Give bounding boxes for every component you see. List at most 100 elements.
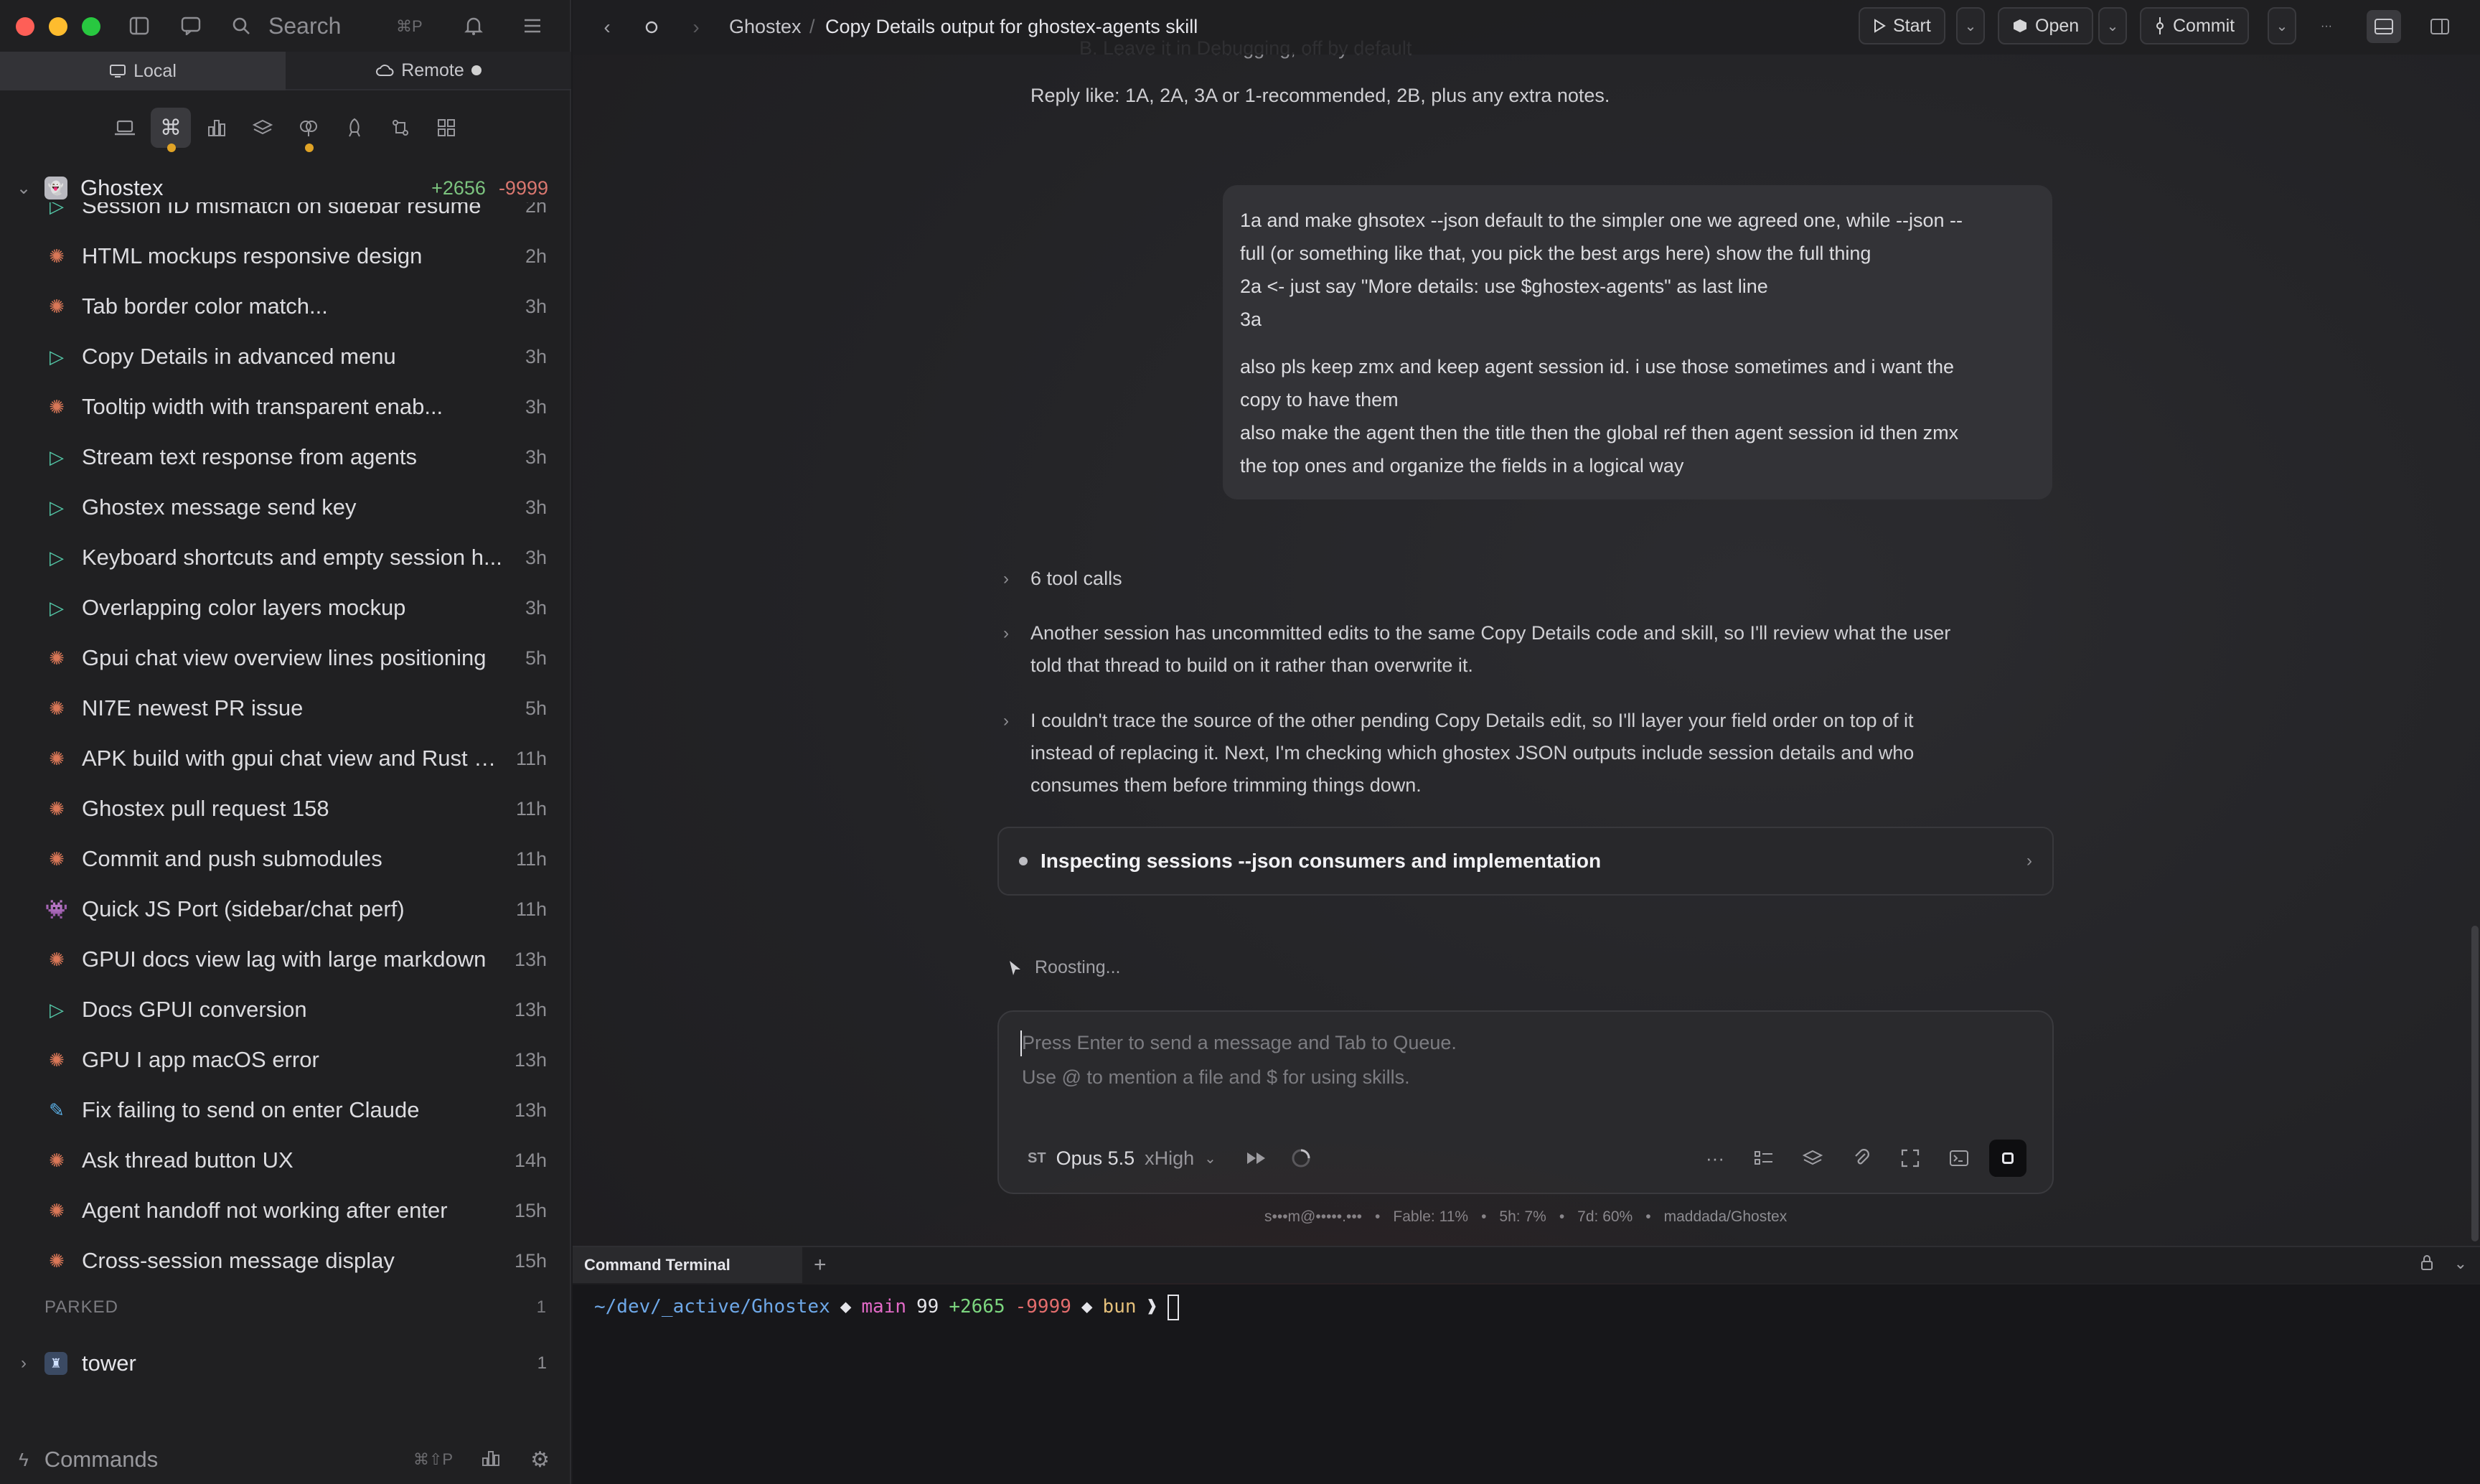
cursor-pointer-icon	[1010, 960, 1020, 975]
more-options-icon[interactable]: ···	[1696, 1140, 1734, 1177]
thought-block[interactable]: › Another session has uncommitted edits …	[1003, 617, 2037, 682]
chat-scrollbar[interactable]	[2471, 926, 2479, 1241]
laptop-icon[interactable]	[105, 108, 145, 148]
sidebar-session-item[interactable]: ✺ Commit and push submodules 11h	[0, 834, 571, 884]
checklist-icon[interactable]	[1745, 1140, 1782, 1177]
session-title: Gpui chat view overview lines positionin…	[82, 645, 487, 670]
sidebar-session-item[interactable]: ✺ Gpui chat view overview lines positioni…	[0, 633, 571, 683]
bell-icon[interactable]	[461, 13, 487, 39]
sidebar-session-item[interactable]: ✺ GPUI docs view lag with large markdown 1…	[0, 934, 571, 985]
grid-icon[interactable]	[426, 108, 466, 148]
zoom-window-button[interactable]	[82, 17, 100, 36]
terminal-icon[interactable]	[1940, 1140, 1978, 1177]
sidebar-session-item[interactable]: ✺ Tooltip width with transparent enab... 3…	[0, 382, 571, 432]
stop-generation-button[interactable]	[1989, 1140, 2026, 1177]
add-terminal-button[interactable]: +	[814, 1253, 827, 1277]
commands-bar[interactable]: ϟ Commands ⌘⇧P ⚙	[0, 1438, 571, 1481]
paperclip-icon[interactable]	[1843, 1140, 1880, 1177]
thought-block[interactable]: › I couldn't trace the source of the oth…	[1003, 705, 2037, 802]
fast-forward-icon[interactable]	[1238, 1140, 1275, 1177]
composer-placeholder[interactable]: Press Enter to send a message and Tab to…	[1022, 1032, 1457, 1054]
bar-chart-icon[interactable]	[197, 108, 237, 148]
model-badge: ST	[1028, 1150, 1046, 1166]
sidebar-session-item[interactable]: ✺ Ghostex pull request 158 11h	[0, 784, 571, 834]
chevron-right-icon[interactable]: ›	[13, 1353, 34, 1373]
sidebar-session-item[interactable]: ✺ GPU I app macOS error 13h	[0, 1035, 571, 1085]
sidebar-session-item[interactable]: ✺ HTML mockups responsive design 2h	[0, 231, 571, 281]
tool-calls-toggle[interactable]: › 6 tool calls	[1003, 563, 2037, 595]
chevron-down-icon[interactable]: ⌄	[13, 178, 34, 199]
more-options-icon[interactable]: ···	[2309, 10, 2344, 43]
layers-icon[interactable]	[243, 108, 283, 148]
message-composer[interactable]: Press Enter to send a message and Tab to…	[997, 1010, 2054, 1194]
commit-dropdown[interactable]: ⌄	[2268, 7, 2296, 44]
sidebar-session-item[interactable]: ▷ Keyboard shortcuts and empty session h.…	[0, 532, 571, 583]
gear-icon[interactable]: ⚙	[530, 1447, 550, 1473]
search-icon[interactable]	[228, 13, 254, 39]
sidebar-session-item[interactable]: 👾 Quick JS Port (sidebar/chat perf) 11h	[0, 884, 571, 934]
activity-status-card[interactable]: Inspecting sessions --json consumers and…	[997, 827, 2054, 896]
model-selector[interactable]: ST Opus 5.5 xHigh ⌄	[1028, 1147, 1216, 1170]
tab-command-terminal[interactable]: Command Terminal	[573, 1247, 802, 1283]
layers-stack-icon[interactable]	[1794, 1140, 1831, 1177]
chat-bubble-icon[interactable]	[178, 13, 204, 39]
terminal-output[interactable]: ~/dev/_active/Ghostex ◆ main 99 +2665 -9…	[573, 1285, 2480, 1484]
tab-remote[interactable]: Remote	[286, 52, 571, 90]
user-message-line: 1a and make ghsotex --json default to th…	[1240, 210, 1963, 231]
command-key-icon[interactable]: ⌘	[151, 108, 191, 152]
session-title: APK build with gpui chat view and Rust e…	[82, 746, 502, 771]
sidebar-session-item[interactable]: ✎ Fix failing to send on enter Claude 13h	[0, 1085, 571, 1135]
expand-icon[interactable]	[1892, 1140, 1929, 1177]
sidebar-session-item[interactable]: ▷ Session ID mismatch on sidebar resume 2h	[0, 202, 571, 231]
search-button[interactable]: Search	[268, 13, 341, 39]
session-time: 13h	[514, 998, 547, 1020]
thought-line: told that thread to build on it rather t…	[1030, 654, 1473, 676]
sidebar-session-item[interactable]: ▷ Docs GPUI conversion 13h	[0, 985, 571, 1035]
commit-button[interactable]: Commit	[2140, 7, 2250, 44]
lock-icon[interactable]	[2420, 1254, 2434, 1276]
sidebar-session-item[interactable]: ✺ NI7E newest PR issue 5h	[0, 683, 571, 733]
open-dropdown[interactable]: ⌄	[2098, 7, 2127, 44]
session-title: Ghostex message send key	[82, 494, 357, 520]
brain-icon[interactable]	[288, 108, 329, 152]
session-time: 11h	[515, 847, 547, 870]
rocket-icon[interactable]	[334, 108, 375, 148]
session-title: Ask thread button UX	[82, 1147, 293, 1173]
sidebar-session-item[interactable]: ✺ Agent handoff not working after enter 15…	[0, 1185, 571, 1236]
start-dropdown[interactable]: ⌄	[1956, 7, 1985, 44]
commands-shortcut: ⌘⇧P	[413, 1450, 454, 1468]
invader-icon: 👾	[44, 898, 69, 920]
chevron-down-icon[interactable]: ⌄	[2454, 1254, 2467, 1276]
sidebar-session-item[interactable]: ✺ Ask thread button UX 14h	[0, 1135, 571, 1185]
session-title: Cross-session message display	[82, 1248, 395, 1273]
session-time: 15h	[514, 1199, 547, 1221]
minimize-window-button[interactable]	[49, 17, 67, 36]
session-time: 13h	[514, 948, 547, 970]
stats-icon[interactable]	[482, 1450, 500, 1470]
sidebar-session-item[interactable]: ✺ Cross-session message display 15h	[0, 1236, 571, 1286]
menu-icon[interactable]	[520, 13, 545, 39]
open-button[interactable]: Open	[1998, 7, 2094, 44]
sidebar-session-item[interactable]: ▷ Copy Details in advanced menu 3h	[0, 332, 571, 382]
composer-toolbar: ST Opus 5.5 xHigh ⌄ ···	[1028, 1138, 2026, 1178]
git-compare-icon[interactable]	[380, 108, 421, 148]
sidebar-session-item[interactable]: ▷ Overlapping color layers mockup 3h	[0, 583, 571, 633]
forward-button[interactable]: ›	[683, 14, 709, 40]
parked-count: 1	[536, 1297, 547, 1317]
tab-local[interactable]: Local	[0, 52, 286, 90]
sidebar-session-item[interactable]: ▷ Ghostex message send key 3h	[0, 482, 571, 532]
start-button[interactable]: Start	[1859, 7, 1945, 44]
sidebar-session-item[interactable]: ✺ Tab border color match... 3h	[0, 281, 571, 332]
back-button[interactable]: ‹	[594, 14, 620, 40]
sidebar-session-item[interactable]: ▷ Stream text response from agents 3h	[0, 432, 571, 482]
project-avatar: 👻	[44, 177, 67, 199]
close-window-button[interactable]	[16, 17, 34, 36]
sidebar-toggle-icon[interactable]	[126, 13, 152, 39]
project-group-tower[interactable]: › ♜ tower 1	[0, 1346, 571, 1381]
toggle-terminal-panel-icon[interactable]	[2367, 10, 2401, 43]
breadcrumb-project[interactable]: Ghostex	[729, 16, 802, 38]
claude-burst-icon: ✺	[49, 747, 65, 769]
toggle-right-panel-icon[interactable]	[2423, 10, 2457, 43]
sidebar-session-item[interactable]: ✺ APK build with gpui chat view and Rust …	[0, 733, 571, 784]
project-group-ghostex[interactable]: ⌄ 👻 Ghostex +2656 -9999	[0, 171, 571, 205]
